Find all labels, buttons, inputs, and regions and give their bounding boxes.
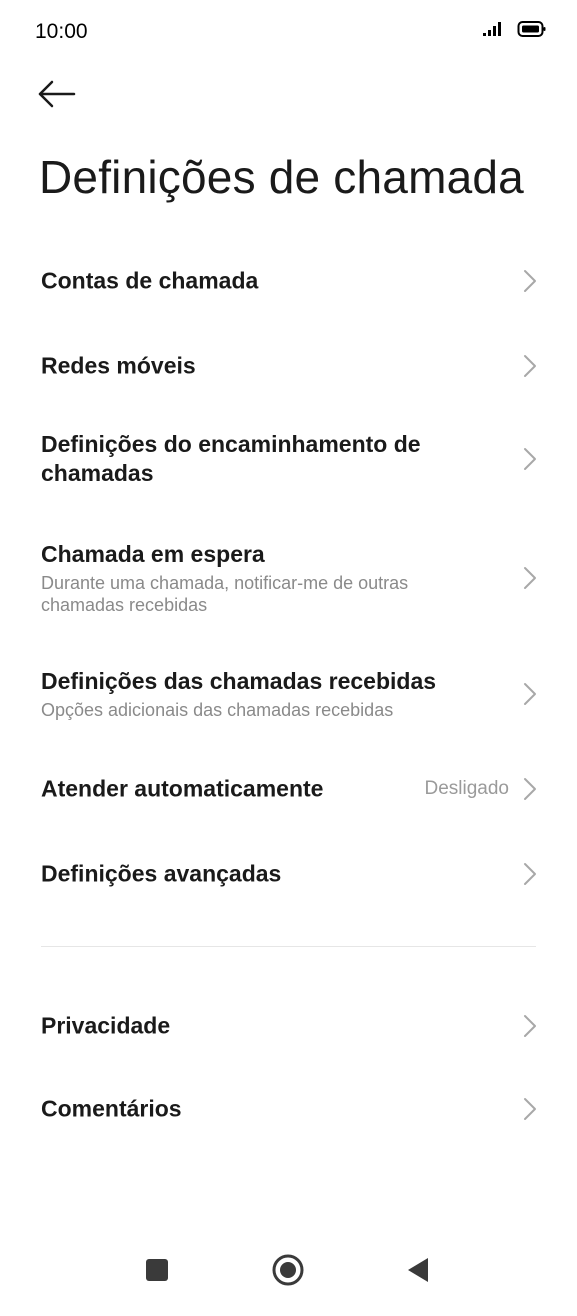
chevron-right-icon — [523, 1097, 537, 1121]
setting-title: Contas de chamada — [41, 267, 259, 294]
setting-row-auto-answer[interactable]: Atender automaticamente Desligado — [0, 744, 577, 834]
battery-icon — [517, 20, 547, 43]
chevron-right-icon — [523, 354, 537, 378]
setting-row-incoming-calls[interactable]: Definições das chamadas recebidas Opções… — [0, 644, 577, 744]
setting-title: Definições do encaminhamento de chamadas — [41, 431, 421, 486]
signal-icon — [481, 21, 509, 42]
recents-button[interactable] — [137, 1252, 177, 1292]
home-circle-icon — [271, 1253, 305, 1292]
chevron-right-icon — [523, 269, 537, 293]
chevron-right-icon — [523, 566, 537, 590]
setting-title: Definições avançadas — [41, 860, 282, 887]
setting-row-call-forwarding[interactable]: Definições do encaminhamento de chamadas — [0, 406, 577, 512]
chevron-right-icon — [523, 777, 537, 801]
recents-square-icon — [145, 1258, 169, 1287]
status-bar: 10:00 — [0, 0, 577, 64]
navigation-bar — [0, 1240, 577, 1300]
arrow-left-icon — [36, 79, 76, 114]
setting-title: Privacidade — [41, 1012, 171, 1039]
setting-row-mobile-networks[interactable]: Redes móveis — [0, 326, 577, 406]
home-button[interactable] — [268, 1252, 308, 1292]
setting-title: Redes móveis — [41, 352, 196, 379]
setting-subtitle: Durante uma chamada, notificar-me de out… — [41, 573, 409, 615]
setting-row-call-waiting[interactable]: Chamada em espera Durante uma chamada, n… — [0, 512, 577, 644]
setting-title: Definições das chamadas recebidas — [41, 668, 437, 694]
setting-title: Chamada em espera — [41, 541, 265, 567]
setting-value: Desligado — [424, 778, 510, 799]
section-divider — [41, 946, 536, 947]
setting-subtitle: Opções adicionais das chamadas recebidas — [41, 700, 394, 720]
chevron-right-icon — [523, 447, 537, 471]
setting-title: Atender automaticamente — [41, 775, 324, 802]
chevron-right-icon — [523, 862, 537, 886]
setting-row-advanced[interactable]: Definições avançadas — [0, 834, 577, 914]
page-title: Definições de chamada — [39, 151, 524, 203]
setting-row-feedback[interactable]: Comentários — [0, 1076, 577, 1142]
back-button[interactable] — [36, 76, 80, 116]
status-icons — [481, 20, 547, 43]
status-time: 10:00 — [35, 20, 88, 43]
chevron-right-icon — [523, 682, 537, 706]
chevron-right-icon — [523, 1014, 537, 1038]
back-nav-button[interactable] — [398, 1252, 438, 1292]
setting-title: Comentários — [41, 1095, 182, 1122]
settings-list: Contas de chamada Redes móveis Definiçõe… — [0, 236, 577, 1142]
setting-row-privacy[interactable]: Privacidade — [0, 976, 577, 1076]
setting-row-call-accounts[interactable]: Contas de chamada — [0, 236, 577, 326]
back-triangle-icon — [406, 1257, 430, 1288]
